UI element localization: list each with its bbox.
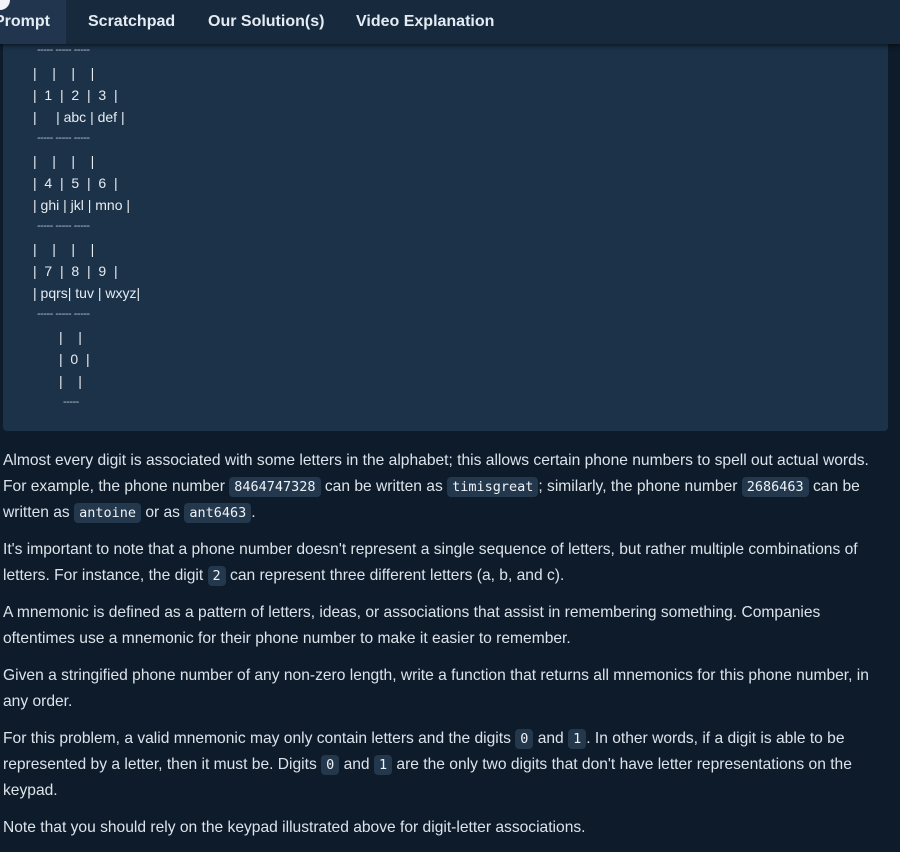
code-word: antoine (74, 503, 141, 523)
tab-scratchpad[interactable]: Scratchpad (88, 0, 175, 44)
code-digit: 1 (568, 729, 587, 749)
tab-prompt[interactable]: Prompt (0, 0, 66, 44)
keypad-zero-spacer: | | (59, 329, 82, 345)
keypad-zero-spacer: | | (59, 373, 82, 389)
code-phone-number: 8464747328 (229, 477, 321, 497)
keypad-zero-digit: | 0 | (59, 351, 90, 367)
keypad-spacer: | | | | (33, 241, 95, 257)
paragraph-rules: For this problem, a valid mnemonic may o… (3, 729, 852, 799)
code-digit: 0 (515, 729, 534, 749)
keypad-border: ----- ----- ----- (37, 220, 90, 232)
code-phone-number: 2686463 (741, 477, 809, 497)
keypad-border: ----- ----- ----- (37, 132, 90, 144)
keypad-row2-digits: | 4 | 5 | 6 | (33, 175, 118, 191)
keypad-border: ----- (63, 396, 79, 408)
keypad-row1-letters: | | abc | def | (33, 109, 125, 125)
paragraph-task: Given a stringified phone number of any … (3, 667, 869, 710)
paragraph-mnemonic-definition: A mnemonic is defined as a pattern of le… (3, 604, 821, 647)
code-digit: 0 (321, 755, 340, 775)
tab-our-solutions[interactable]: Our Solution(s) (208, 0, 324, 44)
keypad-spacer: | | | | (33, 153, 95, 169)
keypad-row2-letters: | ghi | jkl | mno | (33, 197, 131, 213)
prompt-description: Almost every digit is associated with so… (3, 448, 895, 852)
tab-bar: Prompt Scratchpad Our Solution(s) Video … (0, 0, 900, 44)
code-word: timisgreat (447, 477, 539, 497)
paragraph-combinations: It's important to note that a phone numb… (3, 541, 858, 586)
code-digit: 2 (207, 566, 226, 586)
paragraph-intro: Almost every digit is associated with so… (3, 452, 869, 523)
keypad-row3-letters: | pqrs| tuv | wxyz| (33, 285, 141, 301)
keypad-spacer: | | | | (33, 65, 95, 81)
keypad-illustration: ----- ----- ----- | | | | | 1 | 2 | 3 | … (3, 44, 888, 431)
keypad-border: ----- ----- ----- (37, 44, 90, 56)
keypad-border: ----- ----- ----- (37, 308, 90, 320)
keypad-row3-digits: | 7 | 8 | 9 | (33, 263, 118, 279)
paragraph-note: Note that you should rely on the keypad … (3, 819, 586, 836)
code-digit: 1 (373, 755, 393, 775)
keypad-row1-digits: | 1 | 2 | 3 | (33, 87, 118, 103)
code-word: ant6463 (184, 503, 252, 523)
tab-video-explanation[interactable]: Video Explanation (356, 0, 494, 44)
